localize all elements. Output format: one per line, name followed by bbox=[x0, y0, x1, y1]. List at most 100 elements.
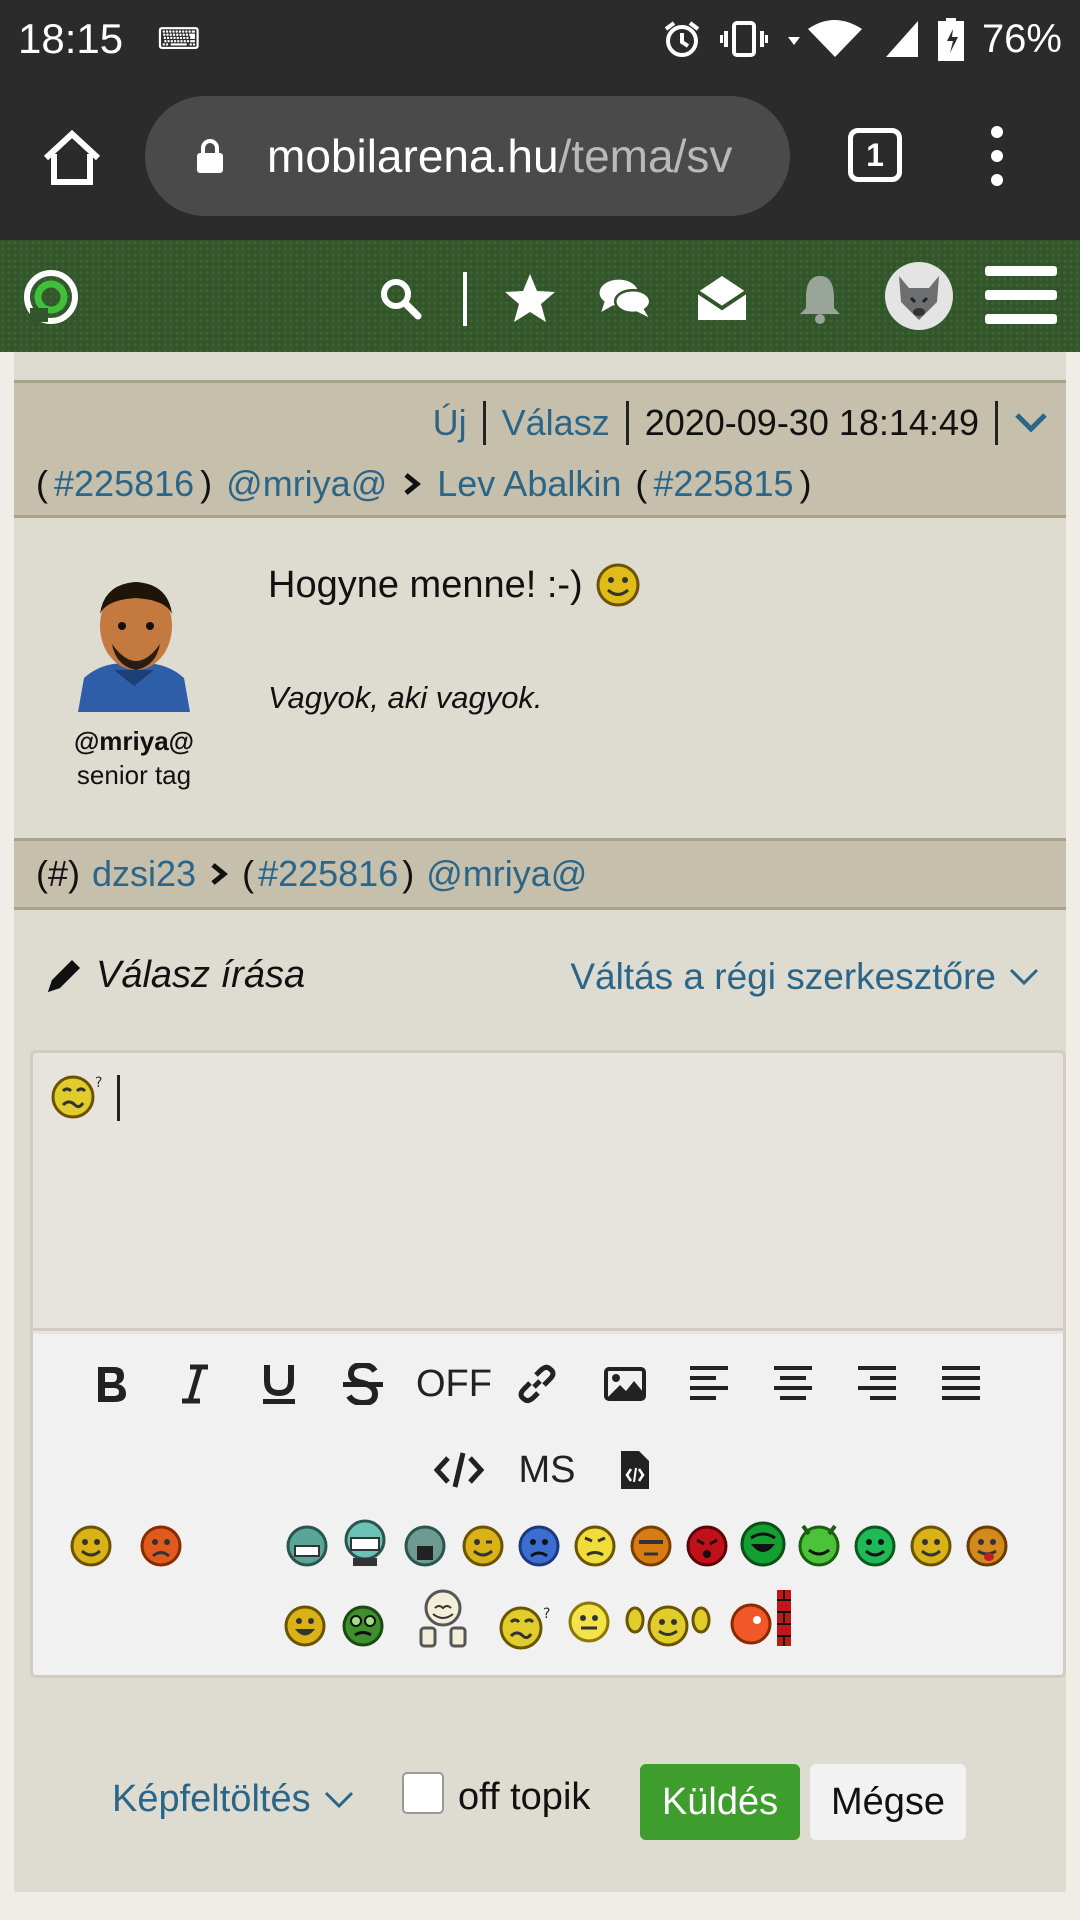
url-domain: mobilarena.hu bbox=[267, 130, 559, 182]
editor-title: Válasz írása bbox=[96, 954, 306, 996]
status-bar: 18:15 ⌨ 76% bbox=[0, 0, 1080, 78]
cancel-button[interactable]: Mégse bbox=[810, 1764, 966, 1840]
chat-icon[interactable] bbox=[596, 270, 652, 326]
chevron-right-icon bbox=[211, 863, 229, 885]
bold-icon bbox=[98, 1367, 126, 1402]
star-icon[interactable] bbox=[502, 270, 558, 326]
tab-switcher-button[interactable]: 1 bbox=[848, 128, 902, 182]
image-upload-toggle[interactable]: Képfeltöltés bbox=[112, 1778, 355, 1821]
author-name[interactable]: @mriya@ bbox=[44, 726, 224, 757]
reply-to-user-link[interactable]: Lev Abalkin bbox=[437, 463, 621, 505]
devil-red-smiley-icon[interactable] bbox=[685, 1524, 729, 1573]
reply-target-id-link[interactable]: #225816 bbox=[258, 853, 398, 895]
post-header: Új Válasz 2020-09-30 18:14:49 (#225816) … bbox=[14, 380, 1066, 518]
send-button[interactable]: Küldés bbox=[640, 1764, 800, 1840]
align-left-button[interactable] bbox=[679, 1354, 739, 1414]
formatting-toolbar: OFF MS ? bbox=[33, 1334, 1063, 1675]
bold-button[interactable] bbox=[81, 1354, 141, 1414]
confused-smiley-icon: ? bbox=[51, 1075, 102, 1119]
reply-target-user-link[interactable]: @mriya@ bbox=[426, 853, 587, 895]
grin-smiley-icon[interactable] bbox=[283, 1604, 327, 1653]
italic-button[interactable] bbox=[165, 1354, 225, 1414]
switch-editor-label: Váltás a régi szerkesztőre bbox=[570, 956, 996, 997]
smiley-icon[interactable] bbox=[69, 1524, 113, 1573]
sick-green-smiley-icon[interactable] bbox=[341, 1604, 385, 1653]
bell-icon[interactable] bbox=[792, 270, 848, 326]
text-caret bbox=[117, 1075, 120, 1121]
new-post-link[interactable]: Új bbox=[433, 402, 467, 444]
thumbs-up-smiley-icon[interactable] bbox=[417, 1588, 469, 1655]
happy-green-smiley-icon[interactable] bbox=[853, 1524, 897, 1573]
nav-divider bbox=[463, 272, 467, 326]
headbang-wall-smiley-icon[interactable] bbox=[729, 1588, 793, 1653]
chevron-right-icon bbox=[404, 473, 422, 495]
post-message: Hogyne menne! :-) bbox=[268, 563, 583, 606]
battery-percent: 76% bbox=[981, 16, 1062, 61]
forum-content: Új Válasz 2020-09-30 18:14:49 (#225816) … bbox=[14, 352, 1066, 1892]
switch-editor-link[interactable]: Váltás a régi szerkesztőre bbox=[570, 956, 1040, 998]
address-bar[interactable]: mobilarena.hu/tema/sv bbox=[145, 96, 790, 216]
yellow-smiley-icon[interactable] bbox=[909, 1524, 953, 1573]
align-center-button[interactable] bbox=[763, 1354, 823, 1414]
user-avatar[interactable] bbox=[885, 262, 953, 330]
code-icon bbox=[434, 1452, 484, 1488]
svg-text:?: ? bbox=[543, 1606, 550, 1622]
post-id-link[interactable]: #225816 bbox=[54, 463, 194, 505]
justify-button[interactable] bbox=[931, 1354, 991, 1414]
hamburger-menu-icon[interactable] bbox=[985, 262, 1057, 328]
neutral-smiley-icon[interactable] bbox=[567, 1600, 611, 1649]
divider bbox=[625, 401, 629, 445]
wink-smiley-icon[interactable] bbox=[461, 1524, 505, 1573]
link-button[interactable] bbox=[507, 1354, 567, 1414]
off-button[interactable]: OFF bbox=[409, 1354, 499, 1414]
inbox-icon[interactable] bbox=[694, 270, 750, 326]
horned-green-smiley-icon[interactable] bbox=[795, 1520, 843, 1573]
pencil-icon bbox=[48, 959, 80, 992]
reply-link[interactable]: Válasz bbox=[502, 402, 610, 444]
offtopic-label: off topik bbox=[458, 1776, 591, 1818]
author-avatar[interactable] bbox=[74, 574, 194, 712]
image-upload-label: Képfeltöltés bbox=[112, 1778, 311, 1820]
site-logo-icon[interactable] bbox=[20, 268, 82, 326]
home-icon[interactable] bbox=[40, 126, 104, 190]
confused-smiley-icon[interactable]: ? bbox=[499, 1604, 559, 1657]
search-icon[interactable] bbox=[372, 270, 428, 326]
tongue-smiley-icon[interactable] bbox=[965, 1524, 1009, 1573]
align-center-icon bbox=[774, 1366, 812, 1400]
html-file-button[interactable] bbox=[605, 1440, 665, 1500]
underline-button[interactable] bbox=[249, 1354, 309, 1414]
post-author-link[interactable]: @mriya@ bbox=[226, 463, 387, 505]
offtopic-checkbox[interactable] bbox=[402, 1772, 444, 1814]
sad-blue-smiley-icon[interactable] bbox=[517, 1524, 561, 1573]
chevron-down-icon[interactable] bbox=[1014, 412, 1048, 434]
reply-to-id-link[interactable]: #225815 bbox=[653, 463, 793, 505]
image-icon bbox=[604, 1367, 646, 1401]
italic-icon bbox=[182, 1364, 208, 1404]
smiley-icon bbox=[596, 563, 640, 607]
reply-to-open-paren: ( bbox=[635, 463, 648, 504]
author-rank: senior tag bbox=[76, 760, 192, 790]
site-nav bbox=[0, 240, 1080, 352]
menu-dots-icon[interactable] bbox=[985, 124, 1009, 188]
ms-button[interactable]: MS bbox=[507, 1440, 587, 1500]
code-button[interactable] bbox=[429, 1440, 489, 1500]
angry-red-smiley-icon[interactable] bbox=[139, 1524, 183, 1573]
wolf-avatar-icon bbox=[899, 276, 939, 320]
post-signature: Vagyok, aki vagyok. bbox=[268, 680, 543, 715]
editor-text-area[interactable]: ? bbox=[33, 1053, 1063, 1331]
image-button[interactable] bbox=[595, 1354, 655, 1414]
lock-icon bbox=[197, 139, 223, 173]
editor-heading: Válasz írása bbox=[44, 954, 305, 997]
worried-smiley-icon[interactable] bbox=[573, 1524, 617, 1573]
strikethrough-button[interactable] bbox=[333, 1354, 393, 1414]
teeth-smiley-icon[interactable] bbox=[341, 1518, 389, 1573]
annoyed-orange-smiley-icon[interactable] bbox=[629, 1524, 673, 1573]
grin-teal-smiley-icon[interactable] bbox=[285, 1524, 329, 1573]
flexing-smiley-icon[interactable] bbox=[625, 1600, 711, 1655]
laugh-green-smiley-icon[interactable] bbox=[739, 1520, 787, 1573]
align-right-button[interactable] bbox=[847, 1354, 907, 1414]
signal-icon bbox=[885, 21, 918, 57]
shocked-smiley-icon[interactable] bbox=[403, 1524, 447, 1573]
strikethrough-icon bbox=[343, 1363, 383, 1405]
reply-user-link[interactable]: dzsi23 bbox=[92, 853, 196, 895]
